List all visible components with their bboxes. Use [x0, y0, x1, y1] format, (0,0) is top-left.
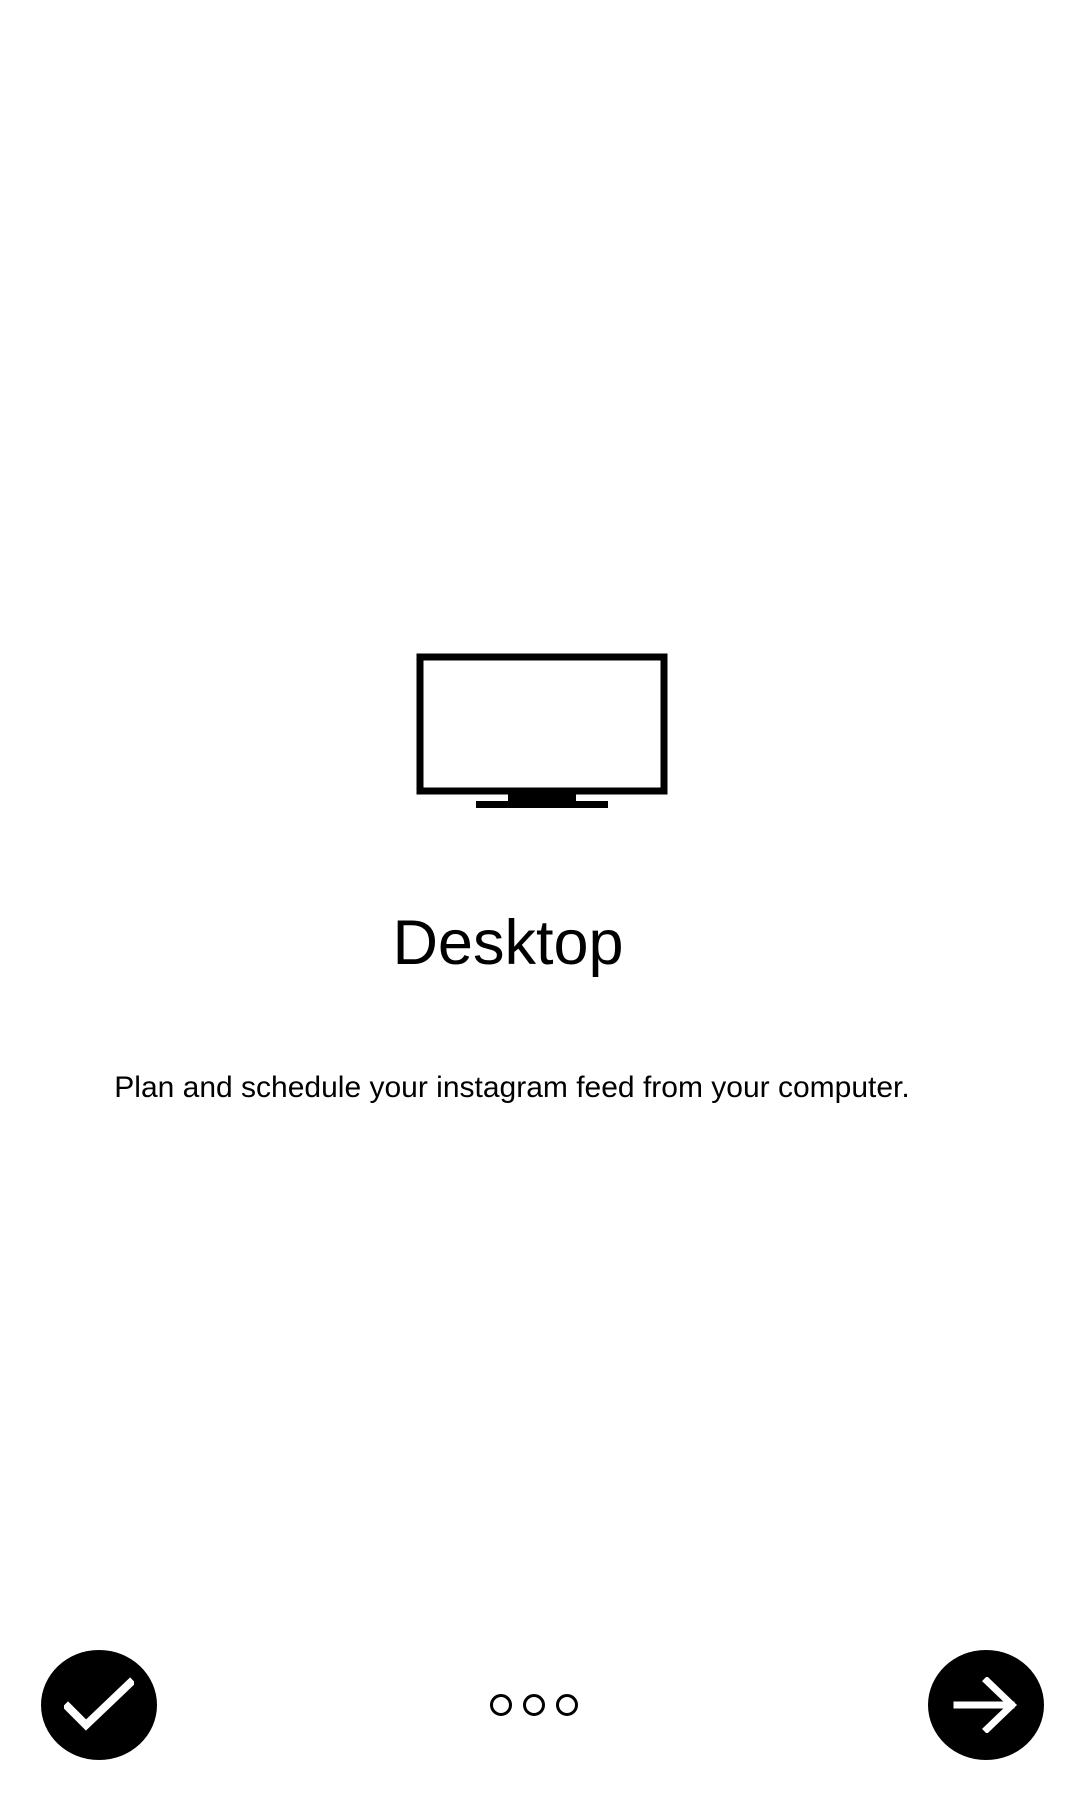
page-description: Plan and schedule your instagram feed fr… [114, 1071, 910, 1104]
page-dot[interactable] [523, 1694, 545, 1716]
onboarding-screen: Desktop Plan and schedule your instagram… [0, 0, 1080, 1800]
page-indicator [490, 1694, 578, 1716]
arrow-right-icon [953, 1677, 1018, 1733]
checkmark-icon [64, 1677, 134, 1731]
page-title: Desktop [392, 908, 624, 978]
done-button[interactable] [41, 1650, 157, 1760]
page-dot[interactable] [556, 1694, 578, 1716]
page-dot[interactable] [490, 1694, 512, 1716]
next-button[interactable] [928, 1650, 1044, 1760]
monitor-icon [416, 653, 668, 808]
